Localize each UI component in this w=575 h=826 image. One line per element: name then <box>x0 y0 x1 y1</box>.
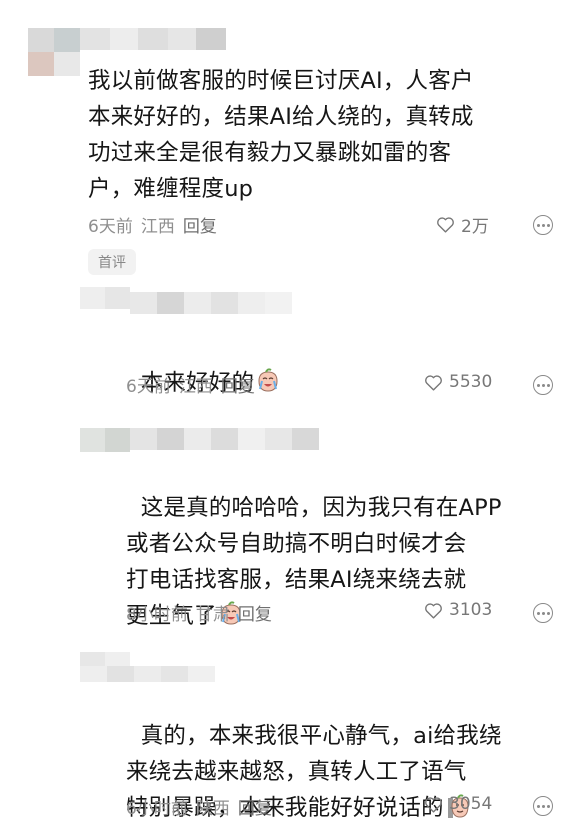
timestamp: 8小时前 <box>126 605 188 625</box>
comment-meta: 6小时前 陕西 回复 <box>126 794 272 819</box>
like-count: 2万 <box>461 217 489 237</box>
comment-meta: 6天前 江西 回复 <box>88 212 217 237</box>
like-count: 5530 <box>449 372 493 392</box>
like-count: 3054 <box>449 794 493 814</box>
first-comment-badge: 首评 <box>88 249 136 275</box>
like-button[interactable]: 5530 <box>424 372 492 392</box>
avatar[interactable] <box>80 428 130 452</box>
reply-button[interactable]: 回复 <box>238 794 272 819</box>
comment-meta: 8小时前 甘肃 回复 <box>126 600 272 625</box>
reply-button[interactable]: 回复 <box>221 372 255 397</box>
more-options-icon[interactable] <box>533 215 553 235</box>
heart-icon <box>425 602 442 619</box>
avatar[interactable] <box>80 287 130 309</box>
avatar-lower <box>28 52 80 76</box>
like-button[interactable]: 2万 <box>436 212 489 237</box>
location: 江西 <box>178 377 213 397</box>
crying-emoji-icon <box>258 368 278 392</box>
heart-icon <box>425 796 442 813</box>
like-count: 3103 <box>449 600 493 620</box>
reply-button[interactable]: 回复 <box>183 212 217 237</box>
timestamp: 6天前 <box>88 217 133 237</box>
location: 陕西 <box>195 799 230 819</box>
username-blurred[interactable] <box>80 666 215 682</box>
heart-icon <box>425 374 442 391</box>
more-options-icon[interactable] <box>533 375 553 395</box>
timestamp: 6小时前 <box>126 799 188 819</box>
timestamp: 6天前 <box>126 377 171 397</box>
more-options-icon[interactable] <box>533 796 553 816</box>
location: 甘肃 <box>195 605 230 625</box>
heart-icon <box>437 217 454 233</box>
more-options-icon[interactable] <box>533 603 553 623</box>
username-blurred[interactable] <box>130 428 319 450</box>
like-button[interactable]: 3103 <box>424 600 492 620</box>
comment-meta: 6天前 江西 回复 <box>126 372 255 397</box>
reply-button[interactable]: 回复 <box>238 600 272 625</box>
username-blurred[interactable] <box>80 28 226 50</box>
comment-text: 我以前做客服的时候巨讨厌AI，人客户 本来好好的，结果AI给人绕的，真转成 功过… <box>88 68 474 202</box>
like-button[interactable]: 3054 <box>424 794 492 814</box>
username-blurred[interactable] <box>130 292 292 314</box>
location: 江西 <box>140 217 175 237</box>
avatar[interactable] <box>28 28 80 52</box>
